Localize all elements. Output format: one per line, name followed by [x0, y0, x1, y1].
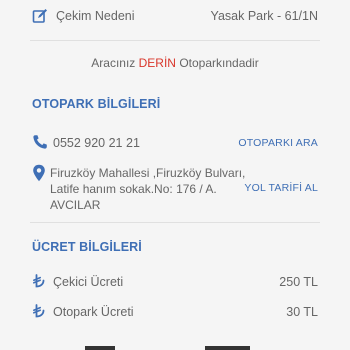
- pull-reason-value: Yasak Park - 61/1N: [210, 9, 318, 23]
- divider: [30, 40, 320, 41]
- lira-icon: [32, 274, 46, 288]
- edit-icon: [32, 8, 48, 24]
- parking-address: Firuzköy Mahallesi ,Firuzköy Bulvarı, La…: [50, 165, 250, 213]
- bottom-action-bar-left: [85, 346, 115, 350]
- get-directions-button[interactable]: YOL TARİFİ AL: [244, 182, 318, 194]
- fee-info-title: ÜCRET BİLGİLERİ: [32, 240, 142, 254]
- status-prefix: Aracınız: [91, 56, 136, 70]
- address-line-2: Latife hanım sokak.No: 176 / A.: [50, 182, 217, 196]
- address-line-3: AVCILAR: [50, 198, 101, 212]
- status-message: Aracınız DERİN Otoparkındadir: [0, 56, 350, 70]
- lira-icon: [32, 304, 46, 318]
- divider: [30, 222, 320, 223]
- phone-icon: [32, 134, 48, 150]
- fee-label: Otopark Ücreti: [53, 305, 134, 319]
- parking-phone: 0552 920 21 21: [53, 136, 140, 150]
- call-parking-button[interactable]: OTOPARKI ARA: [238, 137, 318, 149]
- fee-value: 250 TL: [279, 275, 318, 289]
- parking-info-title: OTOPARK BİLGİLERİ: [32, 97, 161, 111]
- bottom-action-bar-right: [205, 346, 250, 350]
- address-line-1: Firuzköy Mahallesi ,Firuzköy Bulvarı,: [50, 166, 246, 180]
- fee-label: Çekici Ücreti: [53, 275, 124, 289]
- map-pin-icon: [32, 164, 46, 182]
- status-suffix: Otoparkındadir: [179, 56, 259, 70]
- status-highlight: DERİN: [138, 56, 176, 70]
- fee-value: 30 TL: [286, 305, 318, 319]
- pull-reason-label: Çekim Nedeni: [56, 9, 135, 23]
